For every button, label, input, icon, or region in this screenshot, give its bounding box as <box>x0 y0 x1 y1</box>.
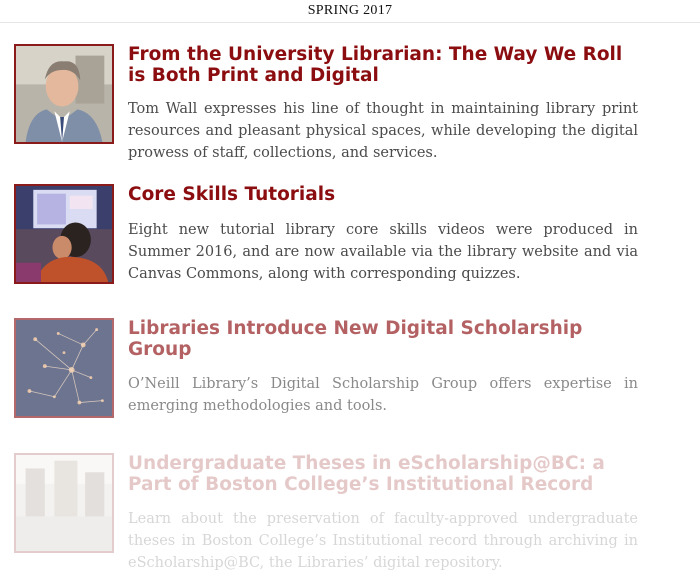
article-title-link[interactable]: Undergraduate Theses in eScholarship@BC:… <box>128 453 638 495</box>
article-thumbnail[interactable] <box>14 44 114 144</box>
issue-label: SPRING 2017 <box>307 3 393 18</box>
article-title-link[interactable]: Libraries Introduce New Digital Scholars… <box>128 318 638 360</box>
article-description: Tom Wall expresses his line of thought i… <box>128 101 638 161</box>
network-visualization-photo-icon <box>16 320 112 416</box>
article-title-link[interactable]: Core Skills Tutorials <box>128 184 638 205</box>
article-description: Learn about the preservation of faculty-… <box>128 511 638 571</box>
article-thumbnail[interactable] <box>14 453 114 553</box>
students-at-screen-photo-icon <box>16 186 112 282</box>
article-thumbnail[interactable] <box>14 184 114 284</box>
portrait-photo-icon <box>16 46 112 142</box>
issue-header: SPRING 2017 <box>0 0 700 23</box>
article-description: Eight new tutorial library core skills v… <box>128 222 638 282</box>
article-thumbnail[interactable] <box>14 318 114 418</box>
article-title-link[interactable]: From the University Librarian: The Way W… <box>128 44 638 86</box>
campus-building-photo-icon <box>16 455 112 551</box>
article-description: O’Neill Library’s Digital Scholarship Gr… <box>128 376 638 414</box>
